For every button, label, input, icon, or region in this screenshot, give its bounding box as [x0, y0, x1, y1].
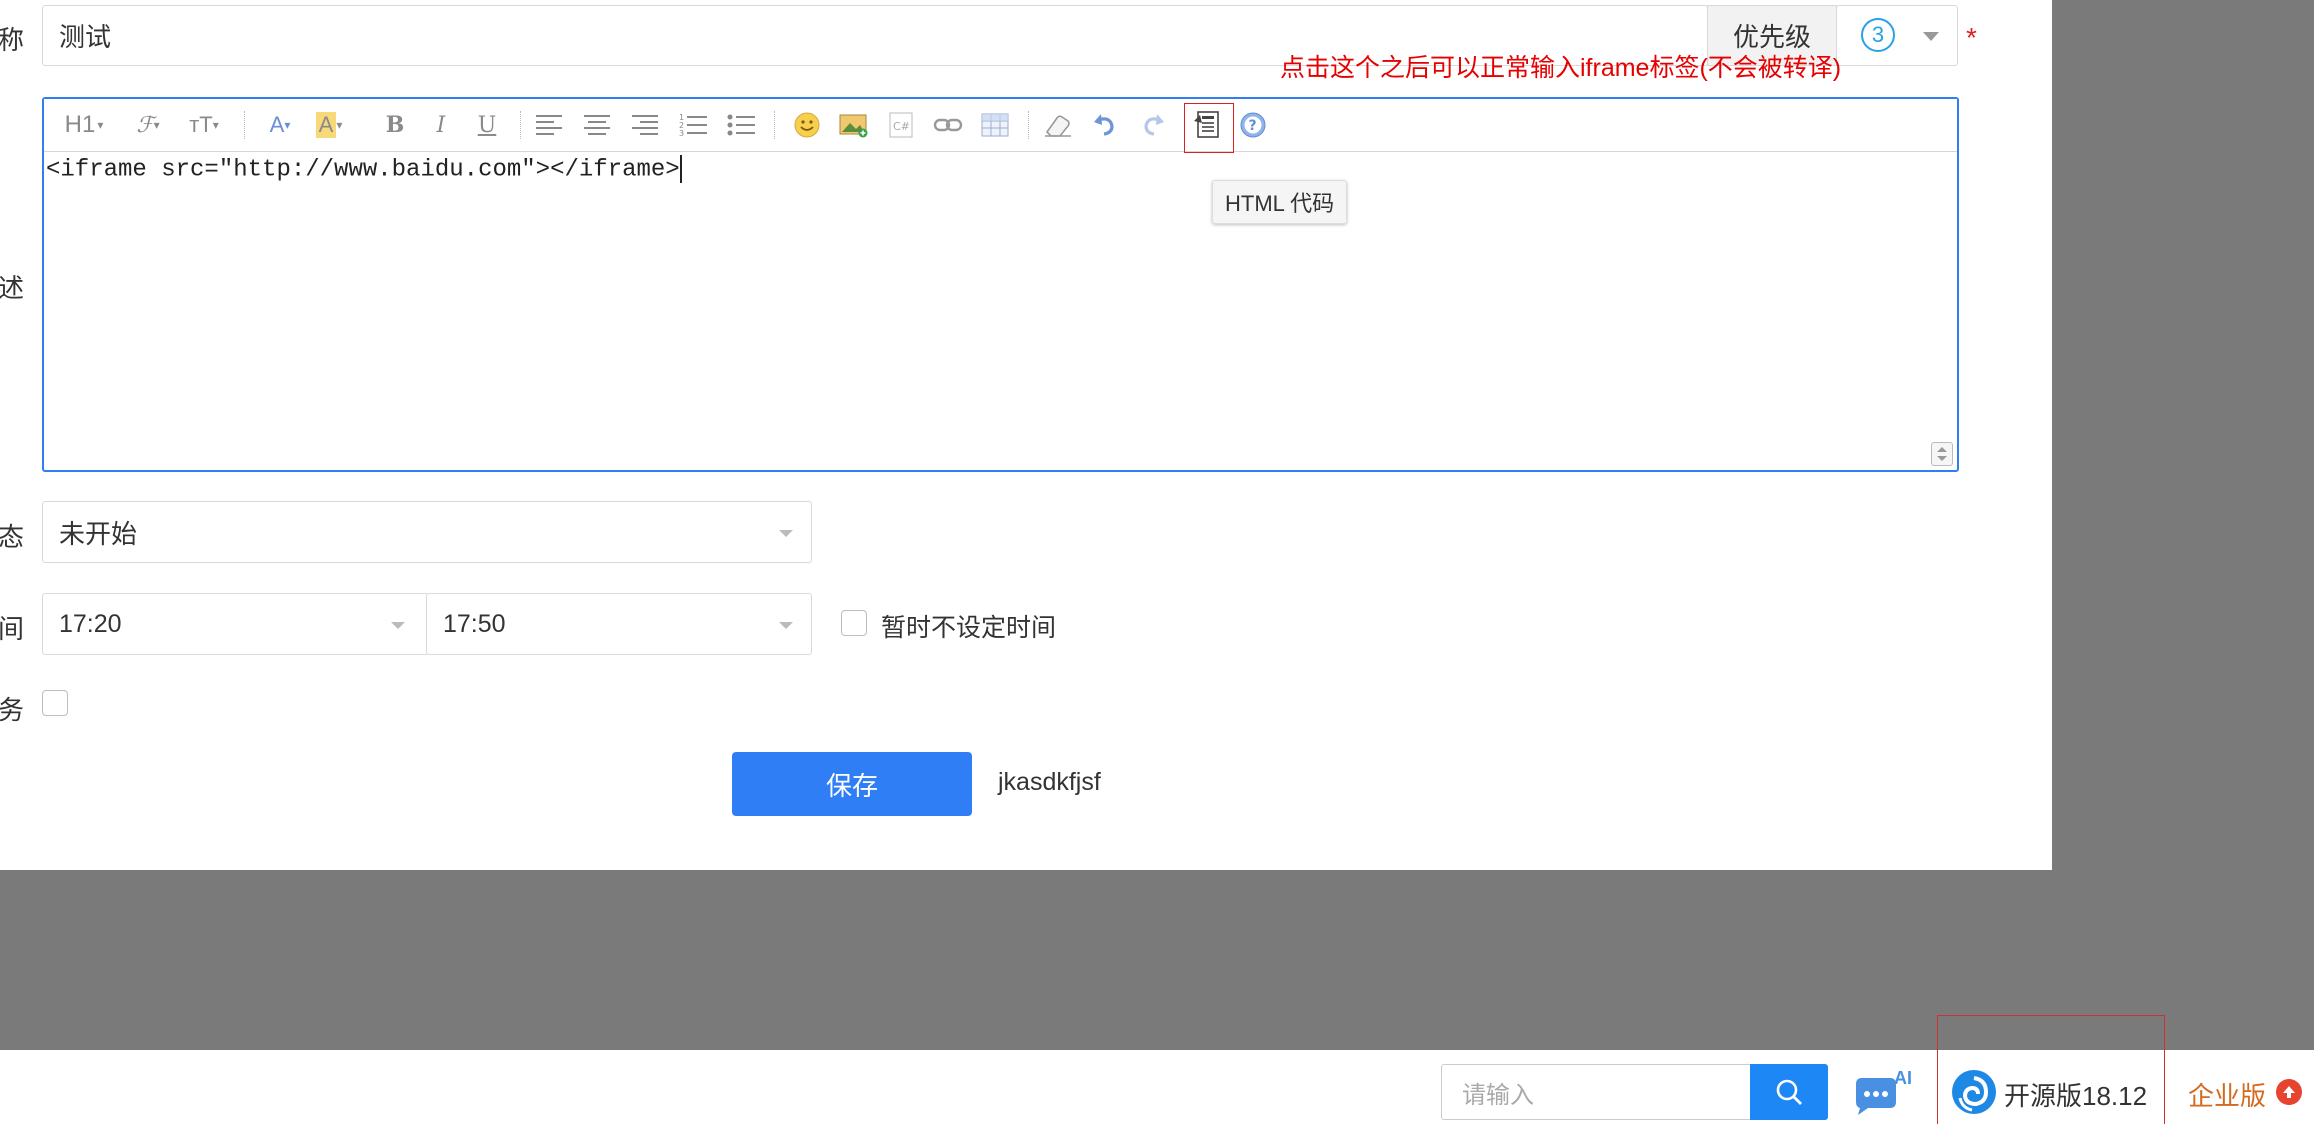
chevron-down-icon: ▾ [336, 118, 343, 132]
search-icon [1776, 1079, 1802, 1105]
priority-value: 3 [1861, 18, 1895, 52]
bullet-list-button[interactable] [726, 111, 756, 139]
task-checkbox[interactable] [42, 690, 68, 716]
help-button[interactable]: ? [1238, 111, 1268, 139]
highlight-button[interactable]: A ▾ [306, 111, 352, 139]
insert-link-button[interactable] [932, 111, 964, 139]
version-label[interactable]: 开源版18.12 [2004, 1076, 2147, 1113]
chevron-down-icon: ▾ [284, 118, 291, 132]
align-left-icon [536, 115, 562, 135]
editor-content[interactable]: <iframe src="http://www.baidu.com"></ifr… [44, 155, 1957, 183]
chevron-down-icon [1923, 32, 1939, 41]
smiley-icon [794, 112, 820, 138]
toolbar-separator [1028, 111, 1029, 139]
ai-chat-button[interactable]: AI [1852, 1068, 1916, 1116]
undo-icon [1094, 114, 1114, 136]
link-icon [933, 118, 963, 132]
font-size-label: тT [189, 112, 213, 137]
insert-table-button[interactable] [980, 111, 1010, 139]
status-value: 未开始 [59, 518, 138, 549]
logo-icon [1950, 1068, 1998, 1116]
ordered-list-button[interactable]: 123 [678, 111, 708, 139]
align-center-icon [584, 115, 610, 135]
insert-image-button[interactable] [838, 111, 870, 139]
extra-text: jkasdkfjsf [998, 768, 1101, 796]
toolbar-separator [520, 111, 521, 139]
end-time-value: 17:50 [443, 609, 506, 638]
annotation-highlight-box [1184, 103, 1234, 153]
rich-text-editor[interactable]: H1 ▾ ℱ ▾ тT ▾ A ▾ A ▾ B I U 123 C# ? <if… [42, 97, 1959, 472]
required-asterisk: * [1966, 22, 1977, 53]
insert-code-button[interactable]: C# [886, 111, 916, 139]
end-time-select[interactable]: 17:50 [426, 593, 812, 655]
heading-label: H1 [64, 111, 96, 138]
image-icon [839, 114, 868, 138]
search-placeholder: 请输入 [1462, 1081, 1534, 1109]
italic-button[interactable]: I [428, 111, 454, 139]
bullet-list-icon [727, 114, 755, 136]
help-icon: ? [1240, 112, 1266, 138]
table-icon [981, 113, 1009, 137]
search-input[interactable]: 请输入 [1441, 1064, 1751, 1120]
description-label: 述 [0, 273, 25, 303]
code-snippet-icon: C# [889, 112, 913, 138]
chevron-down-icon: ▾ [153, 118, 160, 132]
align-right-button[interactable] [630, 111, 660, 139]
name-value: 测试 [59, 22, 112, 52]
align-right-icon [632, 115, 658, 135]
align-left-button[interactable] [534, 111, 564, 139]
align-center-button[interactable] [582, 111, 612, 139]
task-label: 务 [0, 695, 25, 725]
redo-icon [1144, 114, 1164, 136]
resize-arrows-icon [1937, 447, 1947, 461]
time-label: 间 [0, 614, 25, 644]
status-select[interactable]: 未开始 [42, 501, 812, 563]
underline-button[interactable]: U [474, 111, 500, 139]
priority-select[interactable]: 3 [1836, 5, 1958, 66]
start-time-value: 17:20 [59, 609, 122, 638]
annotation-text: 点击这个之后可以正常输入iframe标签(不会被转译) [1280, 54, 1842, 82]
html-code-tooltip: HTML 代码 [1212, 180, 1348, 224]
toolbar-separator [774, 111, 775, 139]
chevron-down-icon [779, 530, 793, 537]
bottom-toolbar: 请输入 AI 开源版18.12 企业版 [0, 1015, 2314, 1124]
resize-handle[interactable] [1931, 442, 1953, 466]
chevron-down-icon: ▾ [212, 118, 219, 132]
font-color-button[interactable]: A ▾ [260, 111, 300, 139]
text-cursor [679, 155, 682, 183]
svg-text:3: 3 [679, 129, 684, 137]
chevron-down-icon [779, 622, 793, 629]
clear-format-button[interactable] [1042, 111, 1074, 139]
no-time-label: 暂时不设定时间 [881, 614, 1057, 642]
ai-label: AI [1894, 1068, 1912, 1088]
chevron-down-icon [391, 622, 405, 629]
no-time-checkbox[interactable] [841, 610, 867, 636]
task-edit-modal: 称 测试 优先级 3 * 点击这个之后可以正常输入iframe标签(不会被转译)… [0, 0, 2052, 870]
font-family-label: ℱ [136, 112, 154, 138]
chevron-down-icon: ▾ [97, 118, 104, 132]
enterprise-link[interactable]: 企业版 [2188, 1076, 2266, 1113]
font-family-button[interactable]: ℱ ▾ [128, 111, 168, 139]
search-button[interactable] [1750, 1064, 1828, 1120]
start-time-select[interactable]: 17:20 [42, 593, 428, 655]
status-label: 态 [0, 522, 25, 552]
svg-text:C#: C# [893, 120, 910, 133]
editor-text: <iframe src="http://www.baidu.com"></ifr… [46, 156, 680, 184]
svg-text:?: ? [1249, 118, 1257, 134]
name-label: 称 [0, 25, 25, 55]
bold-button[interactable]: B [382, 111, 408, 139]
save-button[interactable]: 保存 [732, 752, 972, 816]
redo-button[interactable] [1138, 111, 1168, 139]
editor-toolbar: H1 ▾ ℱ ▾ тT ▾ A ▾ A ▾ B I U 123 C# ? [44, 99, 1957, 152]
ordered-list-icon: 123 [679, 113, 707, 137]
highlight-icon: A [315, 112, 337, 138]
eraser-icon [1045, 115, 1071, 137]
undo-button[interactable] [1090, 111, 1120, 139]
toolbar-separator [244, 111, 245, 139]
emoji-button[interactable] [792, 111, 822, 139]
font-size-button[interactable]: тT ▾ [180, 111, 228, 139]
upgrade-arrow-icon [2276, 1079, 2302, 1105]
heading-button[interactable]: H1 ▾ [60, 111, 108, 139]
